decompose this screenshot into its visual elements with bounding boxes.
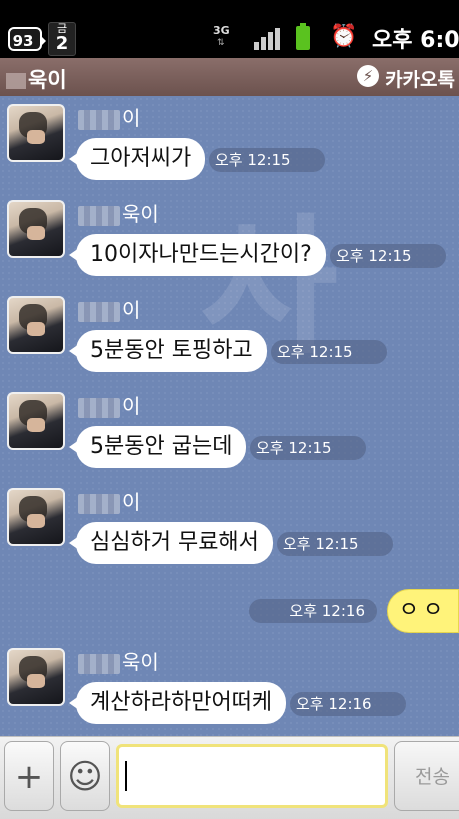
attach-plus-button[interactable]: +: [4, 741, 54, 811]
avatar[interactable]: [7, 296, 65, 354]
message-bubble[interactable]: 계산하라하만어떠케: [68, 682, 287, 724]
blurred-name-part: [78, 493, 120, 514]
message-row: 이 그아저씨가 오후 12:15: [0, 96, 459, 192]
avatar[interactable]: [7, 392, 65, 450]
avatar[interactable]: [7, 648, 65, 706]
sender-name-text: 이: [122, 394, 141, 418]
sender-name: 이: [78, 486, 140, 515]
sender-name-text: 이: [122, 298, 141, 322]
blurred-name-part: [78, 109, 120, 130]
message-bubble[interactable]: 그아저씨가: [68, 138, 206, 180]
my-message-bubble[interactable]: ㅇㅇ: [387, 589, 459, 633]
message-timestamp: 오후 12:15: [277, 532, 393, 556]
sender-name: 욱이: [78, 198, 159, 227]
my-message-row: 오후 12:16 ㅇㅇ: [0, 589, 459, 633]
sender-name-text: 욱이: [122, 202, 159, 226]
sender-name-text: 이: [122, 490, 141, 514]
message-bubble[interactable]: 심심하거 무료해서: [69, 522, 273, 564]
calendar-icon: 금 2: [48, 22, 76, 56]
send-button[interactable]: 전송: [394, 741, 459, 811]
alarm-icon: ⏰: [330, 24, 358, 49]
blurred-name-part: [78, 301, 120, 322]
avatar[interactable]: [7, 488, 65, 546]
text-caret: [125, 761, 127, 791]
status-clock: 오후 6:05: [372, 28, 459, 53]
message-text-input[interactable]: [116, 744, 388, 808]
signal-strength-icon: [254, 28, 280, 50]
calendar-day: 2: [55, 33, 69, 54]
blurred-name-part: [6, 73, 26, 89]
emoticon-button[interactable]: ☺: [60, 741, 110, 811]
chat-title[interactable]: 욱이: [6, 64, 67, 94]
sender-name-text: 이: [122, 106, 141, 130]
message-timestamp: 오후 12:15: [271, 340, 387, 364]
message-row: 이 심심하거 무료해서 오후 12:15: [0, 480, 459, 576]
message-row: 이 5분동안 토핑하고 오후 12:15: [0, 288, 459, 384]
sender-name: 이: [78, 390, 140, 419]
message-timestamp: 오후 12:16: [290, 692, 406, 716]
message-bubble[interactable]: 5분동안 토핑하고: [69, 330, 267, 372]
notification-count-badge: 93: [8, 27, 46, 51]
data-activity-icon: ⇅: [217, 38, 225, 48]
sender-name: 이: [78, 102, 140, 131]
message-bubble[interactable]: 10이자나만드는시간이?: [69, 234, 326, 276]
status-bar: 93 금 2 3G ⇅ ⏰ 오후 6:05: [0, 0, 459, 58]
avatar[interactable]: [7, 104, 65, 162]
kakaotalk-brand: ⚡ 카카오톡: [357, 65, 455, 92]
chat-title-bar: 욱이 ⚡ 카카오톡: [0, 58, 459, 97]
message-row: 이 5분동안 굽는데 오후 12:15: [0, 384, 459, 480]
message-row: 욱이 10이자나만드는시간이? 오후 12:15: [0, 192, 459, 288]
message-timestamp: 오후 12:15: [330, 244, 446, 268]
sender-name: 욱이: [78, 646, 159, 675]
blurred-name-part: [78, 397, 120, 418]
battery-icon: [296, 23, 310, 50]
message-bubble[interactable]: 5분동안 굽는데: [68, 426, 247, 468]
message-timestamp: 오후 12:15: [250, 436, 366, 460]
brand-label: 카카오톡: [385, 69, 455, 91]
message-timestamp: 오후 12:16: [249, 599, 377, 623]
chat-message-list[interactable]: 사 이 그아저씨가 오후 12:15 욱이 10이자나만드는시간이? 오후 12…: [0, 96, 459, 736]
avatar[interactable]: [7, 200, 65, 258]
blurred-name-part: [78, 205, 120, 226]
blurred-name-part: [78, 653, 120, 674]
sender-name: 이: [78, 294, 140, 323]
message-row: 욱이 계산하라하만어떠케 오후 12:16: [0, 640, 459, 736]
message-timestamp: 오후 12:15: [209, 148, 325, 172]
chat-title-text: 욱이: [28, 68, 67, 92]
kakaotalk-logo-icon: ⚡: [357, 65, 380, 87]
sender-name-text: 욱이: [122, 650, 159, 674]
network-type-indicator: 3G: [213, 24, 230, 37]
message-input-bar: + ☺ 전송: [0, 736, 459, 819]
